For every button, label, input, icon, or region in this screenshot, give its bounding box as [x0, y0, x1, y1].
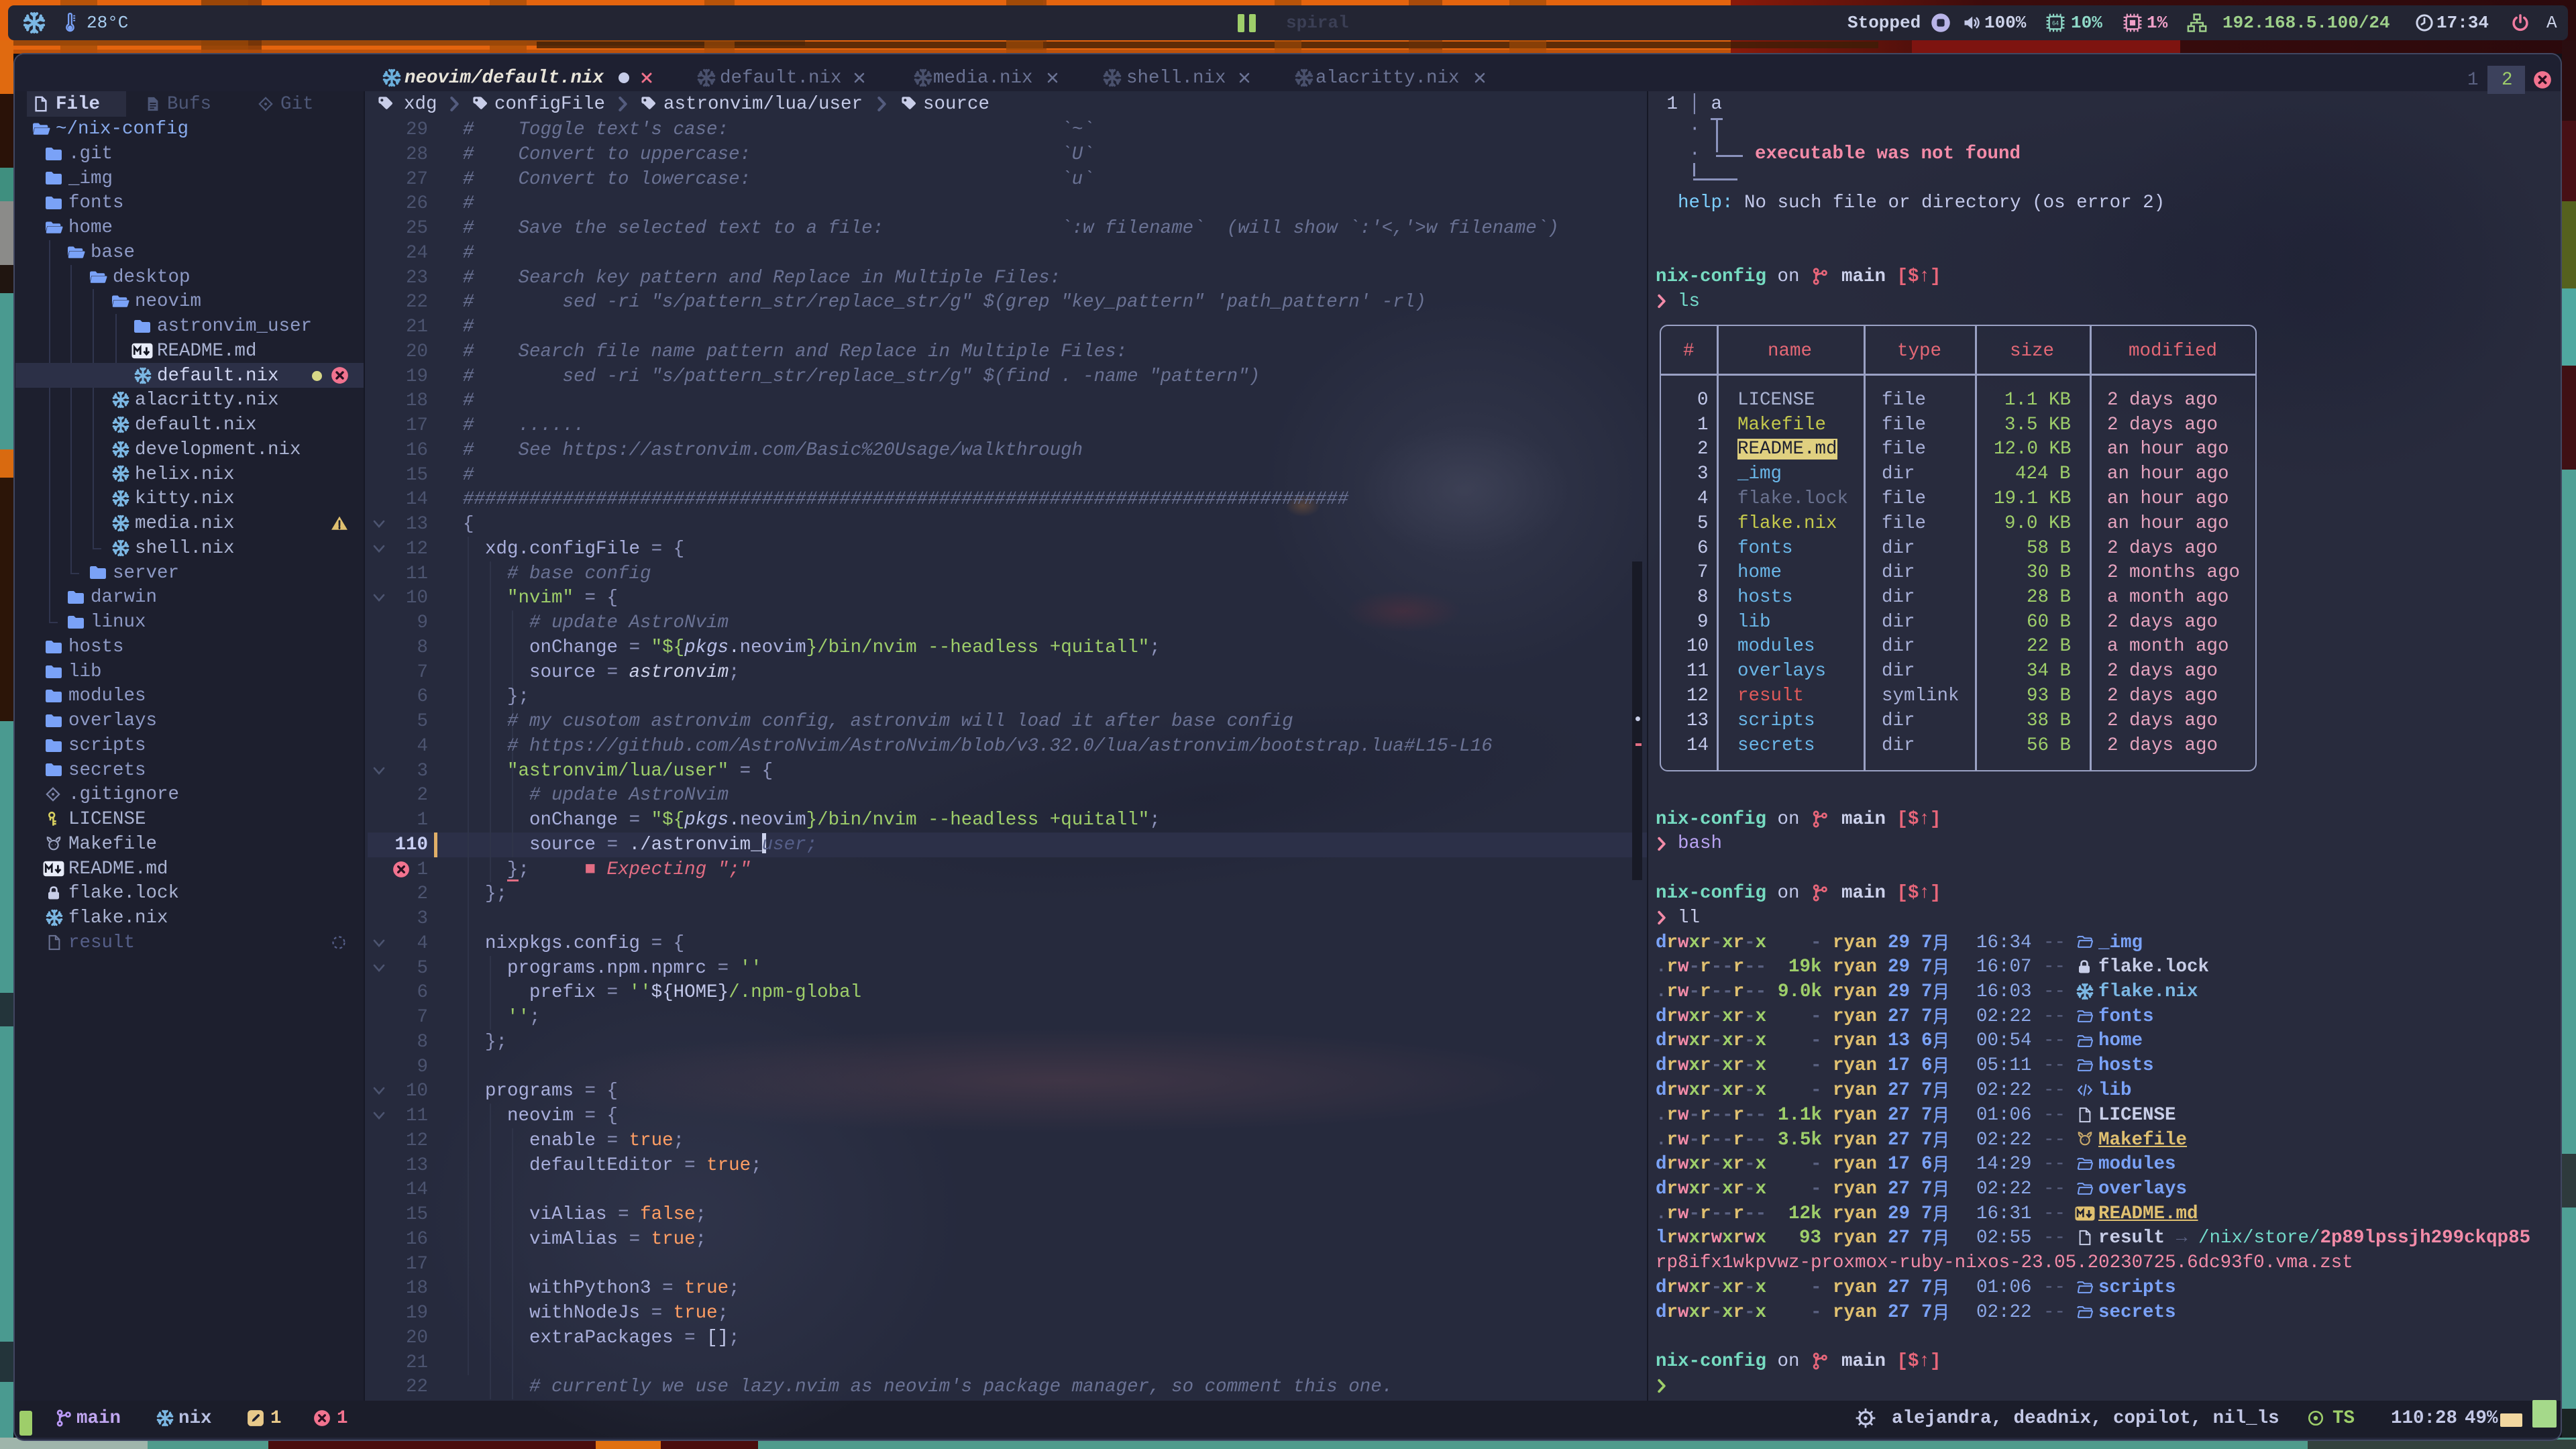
svg-text:64: 64 [2052, 19, 2059, 26]
